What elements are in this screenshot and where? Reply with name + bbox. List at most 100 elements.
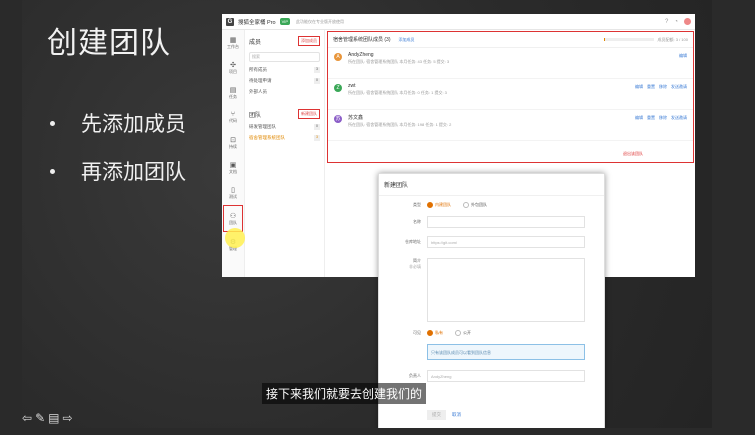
member-row: 苏苏文鑫 所在团队: 宿舍管理系统团队 本月任务: 198 任务: 1 提交: 2… — [328, 110, 693, 141]
member-action-button[interactable]: 编辑 — [679, 53, 687, 59]
bullet-dot-icon — [50, 168, 55, 174]
count-badge: 0 — [314, 78, 320, 84]
team-name-input[interactable] — [427, 216, 585, 228]
module-icon: ▦ — [229, 36, 237, 44]
bullet-dot-icon — [50, 120, 55, 126]
team-panel-header: 宿舍管理系统团队成员 (3) 添加成员 成员配额: 3 / 100 — [328, 32, 693, 48]
pen-icon[interactable]: ✎ — [35, 411, 45, 425]
name-label: 名称 — [413, 219, 421, 224]
help-icon[interactable]: ? — [665, 19, 668, 25]
add-member-button[interactable]: 添加成员 — [298, 36, 320, 46]
member-avatar: Z — [334, 84, 342, 92]
topbar-icons: ? ◔ — [665, 18, 691, 25]
type-radio-internal[interactable]: 内建团队 — [427, 202, 451, 208]
module-3-button[interactable]: ⑂ 代码 — [222, 105, 244, 130]
visibility-label: 可见 — [413, 330, 421, 335]
bell-icon[interactable]: ◔ — [674, 19, 678, 25]
count-badge: 0 — [314, 124, 320, 130]
member-search-input[interactable]: 搜索 — [249, 52, 320, 62]
module-5-button[interactable]: ▣ 文档 — [222, 155, 244, 180]
member-action-button[interactable]: 重置 — [647, 115, 655, 121]
user-avatar[interactable] — [684, 18, 691, 25]
app-logo: G — [226, 17, 234, 26]
module-1-button[interactable]: ✣ 项目 — [222, 55, 244, 80]
member-avatar: A — [334, 53, 342, 61]
member-actions: 编辑 重置 移除 发送邀请 — [635, 84, 687, 90]
module-icon: ▤ — [229, 86, 237, 94]
desc-sublabel: 非必填 — [409, 264, 421, 269]
module-0-button[interactable]: ▦ 工作台 — [222, 30, 244, 55]
member-action-button[interactable]: 移除 — [659, 84, 667, 90]
member-action-button[interactable]: 重置 — [647, 84, 655, 90]
app-topbar: G 搜狐全家桶 Pro VIP 此功能仅在专业版开放使用 ? ◔ — [222, 14, 695, 30]
next-icon[interactable]: ⇨ — [62, 411, 72, 425]
count-badge: 3 — [314, 135, 320, 141]
slide-toolbar: ⇦ ✎ ▤ ⇨ — [22, 411, 73, 425]
type-radio-outsource[interactable]: 外包团队 — [463, 202, 487, 208]
member-detail: 所在团队: 宿舍管理系统团队 本月任务: 198 任务: 1 提交: 2 — [348, 122, 452, 127]
module-2-button[interactable]: ▤ 任务 — [222, 80, 244, 105]
member-name: AndyZheng — [348, 52, 374, 58]
member-sidebar: 成员 添加成员 搜索 所有成员 3 待处理申请 0 外部人员 团队 新建团队 研发管理团… — [245, 30, 325, 277]
visibility-radio-public[interactable]: 公开 — [455, 330, 471, 336]
member-row: A AndyZheng 所在团队: 宿舍管理系统团队 本月任务: 43 任务: 5 … — [328, 48, 693, 79]
sidebar-item[interactable]: 待处理申请 0 — [249, 78, 320, 84]
quota-progress-fill — [603, 38, 606, 41]
type-label: 类型 — [413, 202, 421, 207]
add-team-member-link[interactable]: 添加成员 — [399, 37, 415, 43]
member-action-button[interactable]: 移除 — [659, 115, 667, 121]
bullet-item: 先添加成员 — [50, 108, 186, 138]
visibility-tip: 只有该团队成员可以看到团队信息 — [427, 344, 585, 360]
quota-text: 成员配额: 3 / 100 — [657, 36, 688, 42]
team-members-panel: 宿舍管理系统团队成员 (3) 添加成员 成员配额: 3 / 100 A AndyZ… — [327, 31, 694, 163]
notice-text[interactable]: 此功能仅在专业版开放使用 — [296, 19, 416, 25]
video-subtitle: 接下来我们就要去创建我们的 — [262, 383, 427, 404]
owner-select[interactable]: AndyZheng — [427, 370, 585, 382]
sidebar-item[interactable]: 研发管理团队 0 — [249, 124, 320, 130]
module-icon: ✣ — [230, 61, 236, 69]
module-6-button[interactable]: ▯ 测试 — [222, 180, 244, 205]
member-action-button[interactable]: 发送邀请 — [671, 115, 687, 121]
leave-team-link[interactable]: 退出该团队 — [623, 151, 643, 157]
cursor-highlight — [225, 228, 245, 248]
module-icon: ▣ — [229, 161, 237, 169]
url-label: 仓库地址 — [405, 239, 421, 244]
team-header: 团队 新建团队 — [249, 109, 320, 119]
presentation-slide: 创建团队 先添加成员 再添加团队 G 搜狐全家桶 Pro VIP 此功能仅在专业… — [22, 0, 712, 428]
member-action-button[interactable]: 发送邀请 — [671, 84, 687, 90]
count-badge: 3 — [314, 67, 320, 73]
member-action-button[interactable]: 编辑 — [635, 84, 643, 90]
module-icon: ⊡ — [230, 136, 236, 144]
member-avatar: 苏 — [334, 115, 342, 123]
sidebar-item[interactable]: 宿舍管理系统团队 3 — [249, 135, 320, 141]
member-action-button[interactable]: 编辑 — [635, 115, 643, 121]
dialog-title: 新建团队 — [379, 174, 604, 196]
quota-progress-bar — [603, 38, 654, 41]
sidebar-item[interactable]: 所有成员 3 — [249, 67, 320, 73]
desc-label: 简介 — [413, 258, 421, 263]
member-detail: 所在团队: 宿舍管理系统团队 本月任务: 0 任务: 1 提交: 3 — [348, 90, 447, 95]
team-panel-title: 宿舍管理系统团队成员 (3) — [333, 37, 391, 43]
module-icon: ⚇ — [229, 212, 237, 220]
member-actions: 编辑 重置 移除 发送邀请 — [635, 115, 687, 121]
prev-icon[interactable]: ⇦ — [22, 411, 32, 425]
member-detail: 所在团队: 宿舍管理系统团队 本月任务: 43 任务: 5 提交: 3 — [348, 59, 450, 64]
member-row: Zzwt 所在团队: 宿舍管理系统团队 本月任务: 0 任务: 1 提交: 3 编辑… — [328, 79, 693, 110]
menu-icon[interactable]: ▤ — [48, 411, 59, 425]
module-icon: ▯ — [231, 186, 235, 194]
bullet-item: 再添加团队 — [50, 156, 186, 186]
cancel-button[interactable]: 取消 — [450, 410, 463, 420]
vip-badge: VIP — [279, 18, 291, 25]
sidebar-item[interactable]: 外部人员 — [249, 89, 320, 95]
bullet-list: 先添加成员 再添加团队 — [50, 108, 186, 204]
visibility-radio-private[interactable]: 私有 — [427, 330, 443, 336]
repo-url-input[interactable]: https://git.com/ — [427, 236, 585, 248]
module-icon: ⑂ — [230, 111, 236, 118]
member-actions: 编辑 — [679, 53, 687, 59]
owner-label: 负责人 — [409, 373, 421, 378]
app-name: 搜狐全家桶 Pro — [238, 19, 276, 26]
submit-button[interactable]: 提交 — [427, 410, 446, 420]
description-textarea[interactable] — [427, 258, 585, 322]
new-team-button[interactable]: 新建团队 — [298, 109, 320, 119]
module-4-button[interactable]: ⊡ 持续 — [222, 130, 244, 155]
